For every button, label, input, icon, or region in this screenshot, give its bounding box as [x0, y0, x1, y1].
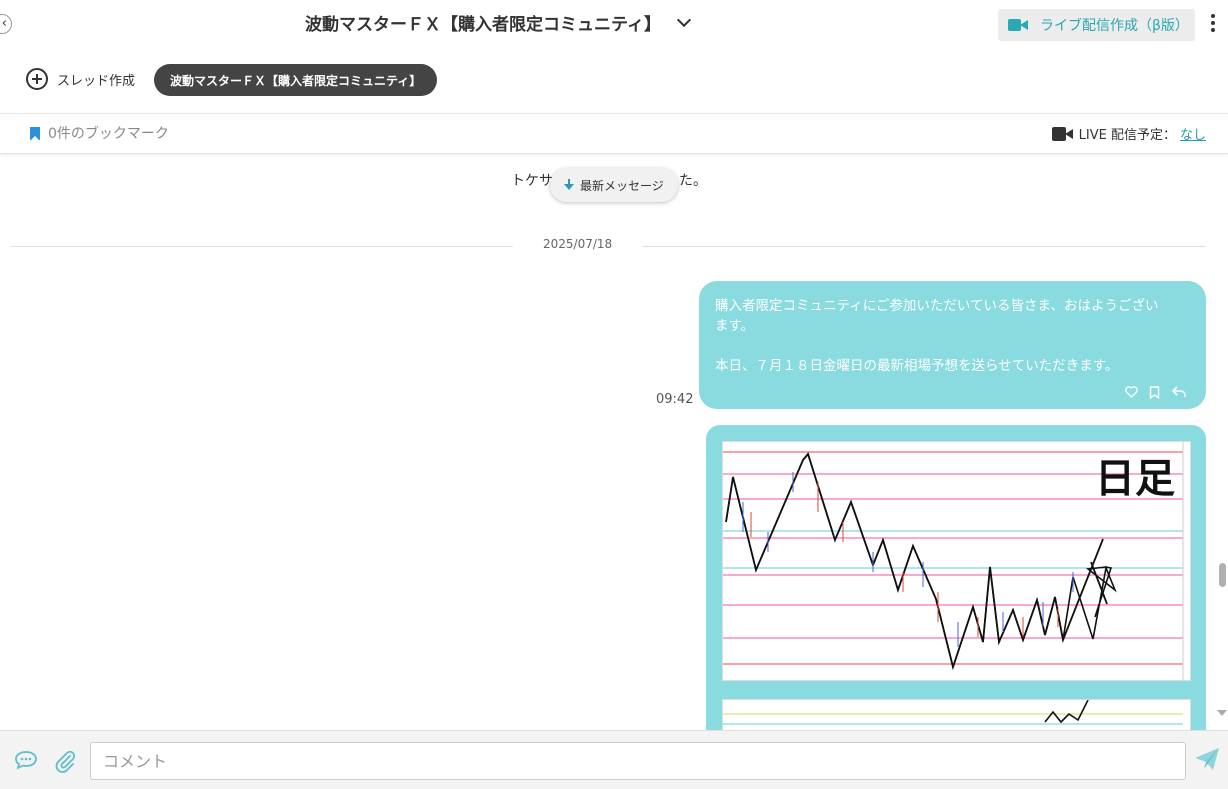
chevron-down-icon	[676, 12, 692, 27]
community-title-dropdown[interactable]: 波動マスターＦＸ【購入者限定コミュニティ】	[305, 10, 692, 35]
latest-message-label: 最新メッセージ	[580, 178, 664, 193]
plus-circle-icon	[26, 68, 48, 90]
divider	[0, 113, 1228, 114]
chart-image[interactable]: 日足	[722, 441, 1191, 682]
reply-icon[interactable]	[1172, 386, 1186, 399]
page-title: 波動マスターＦＸ【購入者限定コミュニティ】	[305, 15, 661, 35]
heart-icon[interactable]	[1125, 386, 1138, 398]
chart-caption: 日足	[1095, 456, 1175, 502]
create-live-button[interactable]: ライブ配信作成（β版）	[998, 9, 1195, 41]
scroll-down-icon[interactable]	[1217, 710, 1227, 716]
create-thread-label: スレッド作成	[57, 73, 136, 89]
header: ‹ 波動マスターＦＸ【購入者限定コミュニティ】 ライブ配信作成（β版） スレッド…	[0, 0, 1228, 154]
comment-input[interactable]	[90, 742, 1186, 780]
scroll-thumb[interactable]	[1219, 563, 1226, 587]
live-schedule-link[interactable]: なし	[1180, 124, 1206, 143]
bookmark-link[interactable]: 0件のブックマーク	[30, 123, 169, 143]
comment-composer	[0, 730, 1228, 789]
video-camera-icon	[1008, 18, 1028, 32]
scrollbar[interactable]	[1212, 154, 1228, 730]
image-message-bubble: 日足	[706, 425, 1206, 745]
message-time: 09:42	[656, 392, 694, 407]
message-bubble: 購入者限定コミュニティにご参加いただいている皆さま、おはようござい ます。 本日…	[699, 281, 1206, 409]
bookmark-count-label: 0件のブックマーク	[48, 126, 169, 142]
paperclip-icon[interactable]	[53, 749, 77, 777]
date-separator-label: 2025/07/18	[513, 237, 643, 251]
thread-chip[interactable]: 波動マスターＦＸ【購入者限定コミュニティ】	[154, 64, 438, 96]
live-schedule: LIVE 配信予定： なし	[1051, 124, 1206, 143]
speech-bubble-icon[interactable]	[14, 750, 38, 774]
message-text: 本日、７月１８日金曜日の最新相場予想を送らせていただきます。	[715, 358, 1119, 374]
more-menu-icon[interactable]	[1210, 14, 1216, 35]
bookmark-icon	[30, 126, 40, 141]
live-schedule-label: LIVE 配信予定：	[1078, 128, 1176, 143]
back-icon[interactable]: ‹	[0, 14, 12, 34]
message-text: ます。	[715, 318, 755, 334]
message-actions	[1125, 386, 1186, 399]
bookmark-icon[interactable]	[1149, 386, 1160, 399]
create-thread-button[interactable]: スレッド作成	[26, 68, 135, 90]
send-icon[interactable]	[1194, 747, 1220, 775]
video-camera-icon	[1051, 126, 1073, 141]
latest-message-button[interactable]: 最新メッセージ	[550, 168, 678, 202]
arrow-down-icon	[564, 179, 574, 191]
message-text: 購入者限定コミュニティにご参加いただいている皆さま、おはようござい	[715, 298, 1159, 314]
create-live-label: ライブ配信作成（β版）	[1040, 18, 1189, 34]
